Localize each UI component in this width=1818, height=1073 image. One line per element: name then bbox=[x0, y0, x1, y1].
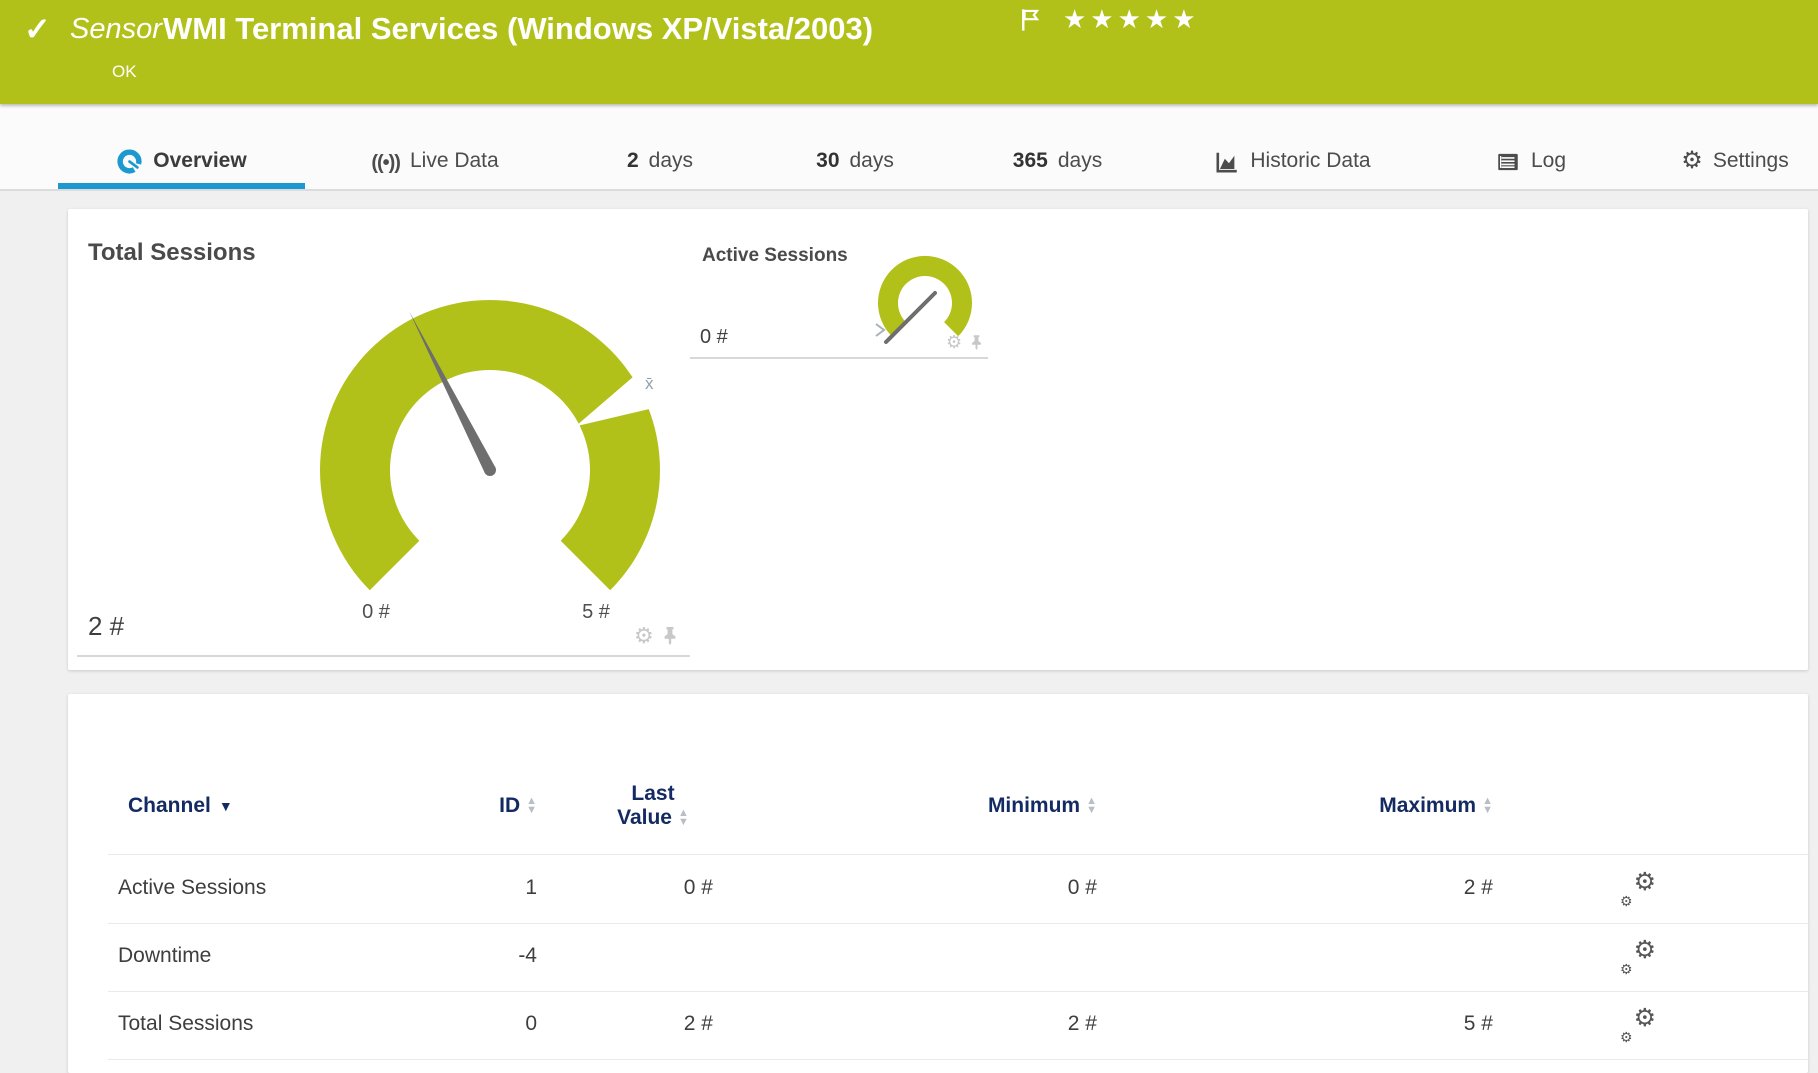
channel-gear-icon[interactable]: ⚙ bbox=[634, 625, 654, 647]
gauge-icon bbox=[116, 148, 143, 175]
channel-name[interactable]: Active Sessions bbox=[118, 876, 266, 900]
channel-name[interactable]: Total Sessions bbox=[118, 1012, 253, 1036]
table-row-divider bbox=[108, 923, 1809, 924]
tab-log-label: Log bbox=[1531, 149, 1566, 173]
tab-30-days[interactable]: 30 days bbox=[790, 104, 920, 189]
tab-2-days-label: days bbox=[649, 149, 693, 173]
column-header-channel[interactable]: Channel ▼ bbox=[128, 794, 233, 818]
tab-365-days[interactable]: 365 days bbox=[985, 104, 1130, 189]
channel-id: -4 bbox=[417, 944, 537, 968]
column-header-last-label: Last bbox=[631, 782, 674, 806]
tab-overview[interactable]: Overview bbox=[58, 104, 305, 189]
active-sessions-gauge-title: Active Sessions bbox=[702, 245, 848, 267]
log-list-icon bbox=[1495, 149, 1521, 175]
column-header-minimum[interactable]: Minimum ▲▼ bbox=[937, 794, 1097, 818]
column-header-last-value[interactable]: Last Value ▲▼ bbox=[583, 782, 723, 830]
gauge-needle-hub bbox=[484, 464, 496, 476]
live-data-icon: ((•)) bbox=[371, 152, 400, 175]
total-sessions-min-label: 0 # bbox=[346, 601, 406, 624]
sort-arrows-icon: ▲▼ bbox=[1482, 797, 1493, 815]
table-header-divider bbox=[108, 854, 1809, 855]
table-row-divider bbox=[108, 991, 1809, 992]
column-header-id[interactable]: ID ▲▼ bbox=[417, 794, 537, 818]
column-header-id-label: ID bbox=[499, 794, 520, 818]
tab-historic-data-label: Historic Data bbox=[1250, 149, 1370, 173]
total-sessions-channel-actions: ⚙ bbox=[634, 625, 678, 647]
column-header-minimum-label: Minimum bbox=[988, 794, 1080, 818]
channel-last-value: 0 # bbox=[593, 876, 713, 900]
average-marker-label: x̄ bbox=[645, 374, 654, 394]
sort-arrows-icon: ▲▼ bbox=[526, 797, 537, 815]
tab-settings-label: Settings bbox=[1713, 149, 1789, 173]
tab-2-days-number: 2 bbox=[627, 149, 639, 173]
channel-pin-icon[interactable] bbox=[662, 626, 678, 646]
status-check-icon: ✓ bbox=[24, 10, 51, 48]
priority-flag-icon[interactable] bbox=[1020, 8, 1042, 37]
channel-minimum: 2 # bbox=[957, 1012, 1097, 1036]
column-header-maximum-label: Maximum bbox=[1379, 794, 1476, 818]
total-sessions-underline bbox=[77, 655, 690, 657]
sensor-title: WMI Terminal Services (Windows XP/Vista/… bbox=[163, 11, 873, 47]
active-sessions-channel-actions: ⚙ bbox=[946, 333, 983, 351]
tab-overview-label: Overview bbox=[153, 149, 246, 173]
channel-pin-icon[interactable] bbox=[970, 334, 983, 351]
sensor-status-header: ✓ Sensor WMI Terminal Services (Windows … bbox=[0, 0, 1818, 104]
column-header-value-label: Value bbox=[617, 806, 672, 830]
column-header-maximum[interactable]: Maximum ▲▼ bbox=[1333, 794, 1493, 818]
channel-id: 1 bbox=[417, 876, 537, 900]
channel-minimum: 0 # bbox=[957, 876, 1097, 900]
gauges-panel: Total Sessions x̄ 0 # 5 # 2 # ⚙ Active S… bbox=[68, 209, 1808, 670]
table-row-divider bbox=[108, 1059, 1809, 1060]
tab-30-days-number: 30 bbox=[816, 149, 839, 173]
channel-id: 0 bbox=[417, 1012, 537, 1036]
gauge-arc bbox=[320, 300, 660, 590]
total-sessions-gauge bbox=[310, 290, 670, 650]
gauge-average-marker bbox=[876, 324, 884, 336]
tab-settings[interactable]: ⚙ Settings bbox=[1660, 104, 1810, 189]
sensor-status-text: OK bbox=[112, 62, 137, 82]
object-kind-label: Sensor bbox=[70, 13, 162, 46]
channel-last-value: 2 # bbox=[593, 1012, 713, 1036]
tab-30-days-label: days bbox=[850, 149, 894, 173]
column-header-channel-label: Channel bbox=[128, 794, 211, 818]
channel-name[interactable]: Downtime bbox=[118, 944, 211, 968]
sort-arrows-icon: ▲▼ bbox=[678, 809, 689, 827]
sort-descending-icon: ▼ bbox=[219, 798, 233, 814]
total-sessions-max-label: 5 # bbox=[566, 601, 626, 624]
tab-live-data[interactable]: ((•)) Live Data bbox=[350, 104, 520, 189]
sort-arrows-icon: ▲▼ bbox=[1086, 797, 1097, 815]
area-chart-icon bbox=[1214, 149, 1240, 175]
tab-live-data-label: Live Data bbox=[410, 149, 499, 173]
channels-table-panel: Channel ▼ ID ▲▼ Last Value ▲▼ Minimum ▲▼… bbox=[68, 694, 1808, 1073]
channel-gear-icon[interactable]: ⚙ bbox=[946, 333, 962, 351]
active-tab-indicator bbox=[58, 183, 305, 189]
tab-bar: Overview ((•)) Live Data 2 days 30 days … bbox=[0, 104, 1818, 191]
gauge-arc bbox=[878, 256, 972, 336]
tab-365-days-label: days bbox=[1058, 149, 1102, 173]
tab-2-days[interactable]: 2 days bbox=[600, 104, 720, 189]
channel-settings-gears-icon[interactable]: ⚙⚙ bbox=[1620, 1008, 1656, 1042]
tab-log[interactable]: Log bbox=[1478, 104, 1583, 189]
settings-gear-icon: ⚙ bbox=[1681, 146, 1703, 175]
channel-maximum: 2 # bbox=[1353, 876, 1493, 900]
active-sessions-value: 0 # bbox=[700, 326, 728, 349]
total-sessions-gauge-title: Total Sessions bbox=[88, 239, 256, 267]
channel-settings-gears-icon[interactable]: ⚙⚙ bbox=[1620, 872, 1656, 906]
total-sessions-value: 2 # bbox=[88, 611, 124, 642]
tab-365-days-number: 365 bbox=[1013, 149, 1048, 173]
tab-historic-data[interactable]: Historic Data bbox=[1185, 104, 1400, 189]
priority-stars[interactable]: ★★★★★ bbox=[1063, 4, 1200, 35]
channel-maximum: 5 # bbox=[1353, 1012, 1493, 1036]
active-sessions-underline bbox=[690, 357, 988, 359]
channel-settings-gears-icon[interactable]: ⚙⚙ bbox=[1620, 940, 1656, 974]
